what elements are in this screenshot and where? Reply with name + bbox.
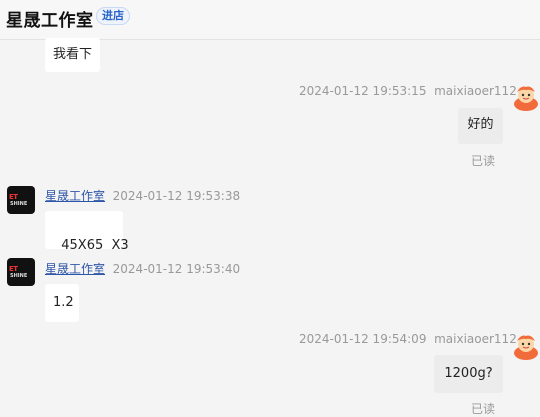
message-bubble: 1.2	[45, 284, 79, 322]
shop-avatar[interactable]: ET SHINE	[7, 258, 35, 286]
message-bubble: 好的	[458, 108, 503, 144]
message-time: 2024-01-12 19:54:09	[299, 332, 427, 346]
shop-logo-icon: ET	[9, 265, 18, 273]
message-time: 2024-01-12 19:53:38	[112, 189, 241, 203]
sender-name[interactable]: 星晟工作室	[45, 189, 105, 203]
message-bubble: 我看下	[45, 38, 101, 72]
read-status: 已读	[471, 402, 496, 416]
message-time: 2024-01-12 19:53:15	[299, 84, 427, 98]
message-time: 2024-01-12 19:53:40	[112, 262, 241, 276]
read-status: 已读	[471, 154, 496, 168]
shop-logo-text: SHINE	[10, 201, 28, 207]
message-bubble: 45X65 X3	[45, 211, 129, 253]
message-meta: 2024-01-12 19:54:09 maixiaoer112	[299, 332, 517, 346]
chat-header: 星晟工作室 进店	[0, 0, 540, 40]
enter-shop-button[interactable]: 进店	[96, 7, 130, 25]
message-text: 1200g?	[444, 366, 493, 381]
cartoon-avatar-icon[interactable]	[512, 332, 540, 360]
shop-logo-icon: ET	[9, 193, 18, 201]
message-meta: 2024-01-12 19:53:15 maixiaoer112	[299, 84, 517, 98]
cartoon-avatar-icon[interactable]	[512, 83, 540, 111]
message-meta: 星晟工作室 2024-01-12 19:53:38	[45, 187, 240, 204]
message-text: 我看下	[53, 47, 93, 62]
shop-title[interactable]: 星晟工作室	[6, 6, 94, 31]
message-bubble: 1200g?	[434, 355, 503, 393]
message-text: 1.2	[53, 295, 74, 310]
message-text: 好的	[467, 117, 494, 132]
message-text: 45X65 X3	[61, 238, 129, 253]
message-meta: 星晟工作室 2024-01-12 19:53:40	[45, 260, 240, 277]
shop-avatar[interactable]: ET SHINE	[7, 186, 35, 214]
shop-logo-text: SHINE	[10, 273, 28, 279]
user-name[interactable]: maixiaoer112	[434, 332, 517, 346]
sender-name[interactable]: 星晟工作室	[45, 262, 105, 276]
user-name[interactable]: maixiaoer112	[434, 84, 517, 98]
